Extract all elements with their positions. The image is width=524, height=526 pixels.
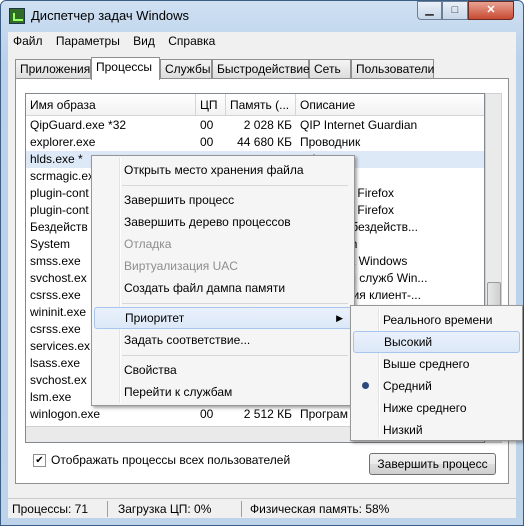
cell-image-name: QipGuard.exe *32 [30,118,127,132]
priority-menu-item[interactable]: Средний [353,375,520,397]
table-row[interactable]: QipGuard.exe *32 00 2 028 КБ QIP Internet G… [26,117,484,134]
task-manager-icon [9,8,25,24]
menu-item-label: Открыть место хранения файла [124,163,304,177]
tab-users[interactable]: Пользователи [351,59,434,79]
menu-item-label: Низкий [383,423,423,437]
close-button[interactable]: ✕ [468,1,514,20]
menu-separator [122,185,348,186]
minimize-button[interactable]: ▁ [417,1,442,20]
status-cpu: Загрузка ЦП: 0% [118,502,212,516]
context-menu-item[interactable]: Перейти к службам [94,381,352,403]
status-separator [107,501,108,517]
show-all-users-checkbox[interactable]: ✔ [33,454,46,467]
menu-item-label: Ниже среднего [383,401,467,415]
menu-item-label: Задать соответствие... [124,333,251,347]
maximize-icon: □ [451,4,459,16]
show-all-users-label[interactable]: Отображать процессы всех пользователей [51,453,290,467]
context-menu-item[interactable]: Задать соответствие... [94,329,352,351]
priority-menu-item[interactable]: Ниже среднего [353,397,520,419]
status-processes: Процессы: 71 [12,502,89,516]
radio-bullet-icon [362,382,369,389]
window-title: Диспетчер задач Windows [31,8,190,23]
priority-menu-item[interactable]: Реального времени [353,309,520,331]
column-cpu[interactable]: ЦП [196,94,226,116]
menu-item-label: Создать файл дампа памяти [124,281,286,295]
status-memory: Физическая память: 58% [250,502,390,516]
menu-file[interactable]: Файл [8,32,48,50]
priority-submenu: Реального времени Высокий Выше среднего Сре… [350,305,523,441]
tab-applications[interactable]: Приложения [15,59,91,79]
menu-item-label: Средний [383,379,432,393]
menu-options[interactable]: Параметры [51,32,125,50]
menu-item-label: Высокий [384,335,433,349]
priority-menu-item[interactable]: Высокий [353,331,520,353]
column-image-name[interactable]: Имя образа [26,94,196,116]
close-icon: ✕ [486,4,496,16]
menu-item-label: Завершить дерево процессов [124,215,291,229]
cell-memory: 2 512 КБ [243,407,292,421]
tab-performance[interactable]: Быстродействие [212,59,310,79]
menu-item-label: Виртуализация UAC [124,259,238,273]
submenu-arrow-icon: ▶ [336,313,343,323]
menu-item-label: Приоритет [125,311,185,325]
priority-menu-item[interactable]: Низкий [353,419,520,441]
context-menu-item[interactable]: Завершить процесс [94,189,352,211]
context-menu-item[interactable]: Завершить дерево процессов [94,211,352,233]
status-separator [241,501,242,517]
menu-item-label: Выше среднего [383,357,470,371]
menu-item-label: Отладка [124,237,172,251]
cell-memory: 44 680 КБ [237,135,292,149]
context-menu-item: Отладка [94,233,352,255]
menu-item-label: Перейти к службам [124,385,233,399]
cell-image-name: winlogon.exe [30,407,101,421]
cell-description: Проводник [300,135,361,149]
priority-menu-item[interactable]: Выше среднего [353,353,520,375]
menu-separator [122,355,348,356]
maximize-button[interactable]: □ [442,1,468,20]
menu-item-label: Завершить процесс [124,193,235,207]
minimize-icon: ▁ [425,4,434,16]
tab-network[interactable]: Сеть [309,59,351,79]
menu-bar: Файл Параметры Вид Справка [8,32,516,52]
list-header: Имя образа ЦП Память (... Описание [26,94,484,116]
cell-memory: 2 028 КБ [243,118,292,132]
title-bar[interactable]: Диспетчер задач Windows ▁ □ ✕ [1,1,523,31]
context-menu-item: Виртуализация UAC [94,255,352,277]
cell-cpu: 00 [200,118,214,132]
table-row[interactable]: explorer.exe 00 44 680 КБ Проводник [26,134,484,151]
context-menu-item[interactable]: Создать файл дампа памяти [94,277,352,299]
context-menu-item[interactable]: Приоритет ▶ [94,307,352,329]
cell-description: QIP Internet Guardian [300,118,418,132]
menu-separator [122,303,348,304]
context-menu-item[interactable]: Открыть место хранения файла [94,159,352,181]
cell-cpu: 00 [200,407,214,421]
column-description[interactable]: Описание [296,94,484,116]
menu-help[interactable]: Справка [163,32,220,50]
tab-services[interactable]: Службы [160,59,212,79]
context-menu: Открыть место хранения файла Завершить пр… [91,155,355,406]
menu-view[interactable]: Вид [128,32,160,50]
end-process-button[interactable]: Завершить процесс [369,453,496,475]
tab-processes[interactable]: Процессы [91,57,160,80]
cell-image-name: explorer.exe [30,135,96,149]
context-menu-item[interactable]: Свойства [94,359,352,381]
menu-item-label: Реального времени [383,313,493,327]
cell-cpu: 00 [200,135,214,149]
menu-item-label: Свойства [124,363,177,377]
column-memory[interactable]: Память (... [226,94,296,116]
status-bar: Процессы: 71 Загрузка ЦП: 0% Физическая … [8,498,516,518]
checkmark-icon: ✔ [35,455,44,466]
